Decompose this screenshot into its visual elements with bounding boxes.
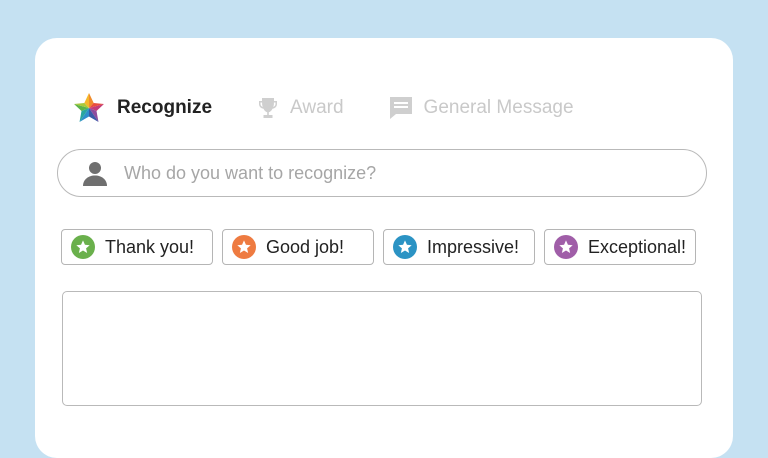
chat-bubble-icon (388, 95, 414, 121)
badge-label: Impressive! (427, 236, 520, 257)
badge-good-job[interactable]: Good job! (222, 229, 374, 265)
person-icon (82, 160, 108, 186)
recipient-input[interactable] (122, 161, 666, 185)
message-textarea[interactable] (62, 291, 702, 406)
tab-award-label: Award (290, 97, 344, 118)
tab-recognize-label: Recognize (117, 97, 213, 118)
badge-options: Thank you! Good job! Impressive! Excepti… (61, 229, 696, 265)
tab-recognize[interactable]: Recognize (73, 92, 212, 124)
tab-general-message-label: General Message (423, 97, 574, 118)
recognition-card: Recognize Award General Message Who do y… (35, 38, 733, 458)
badge-exceptional[interactable]: Exceptional! (544, 229, 696, 265)
badge-impressive[interactable]: Impressive! (383, 229, 535, 265)
tab-general-message[interactable]: General Message (388, 95, 574, 121)
tab-bar: Recognize Award General Message (73, 90, 618, 126)
green-star-badge-icon (71, 235, 95, 259)
orange-star-badge-icon (232, 235, 256, 259)
multicolor-star-icon (73, 92, 105, 124)
badge-label: Good job! (266, 236, 345, 257)
tab-award[interactable]: Award (256, 96, 344, 120)
badge-label: Thank you! (105, 236, 195, 257)
badge-label: Exceptional! (588, 236, 687, 257)
purple-star-badge-icon (554, 235, 578, 259)
trophy-icon (256, 96, 280, 120)
badge-thank-you[interactable]: Thank you! (61, 229, 213, 265)
recipient-search-field[interactable] (57, 149, 707, 197)
blue-star-badge-icon (393, 235, 417, 259)
